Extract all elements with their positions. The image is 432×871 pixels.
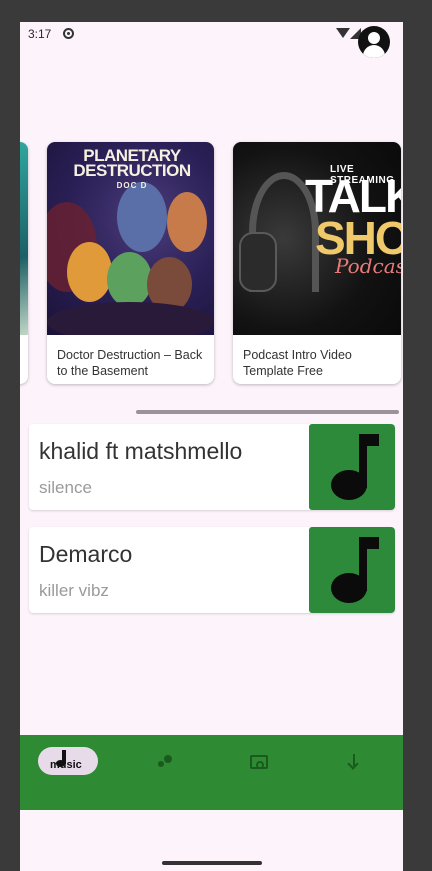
carousel-scroll-indicator[interactable] — [136, 410, 399, 414]
track-item[interactable]: khalid ft matshmello silence — [29, 424, 395, 510]
track-title: khalid ft matshmello — [39, 438, 243, 464]
nav-tab-downloads[interactable] — [346, 747, 362, 777]
cover-title-text: Planetary Destruction — [73, 146, 191, 180]
music-note-head — [331, 573, 367, 603]
cover-art-shape — [67, 242, 112, 302]
track-artist: silence — [39, 478, 92, 497]
cover-show-text: SHOW — [315, 212, 401, 264]
cover-art-shape — [47, 302, 214, 335]
track-title: Demarco — [39, 541, 133, 567]
track-item[interactable]: Demarco killer vibz — [29, 527, 395, 613]
nav-tab-label: music — [50, 759, 82, 771]
cover-art-shape — [107, 252, 152, 307]
music-note-flag — [359, 537, 379, 549]
app-screen: 3:17 Planetary Destruction DOC D — [20, 22, 403, 871]
status-bar: 3:17 — [20, 22, 403, 46]
account-icon-body — [363, 45, 385, 58]
cover-podcast-text: Podcast — [335, 254, 401, 278]
bottom-navigation: music — [20, 735, 403, 810]
download-arrowhead — [347, 758, 359, 770]
home-indicator[interactable] — [162, 861, 262, 865]
dots-icon-small — [158, 761, 164, 767]
card-cover-image — [20, 142, 28, 335]
card-title: Doctor Destruction – Back to the Basemen… — [57, 348, 203, 377]
featured-carousel[interactable]: Planetary Destruction DOC D Doctor Destr… — [20, 142, 403, 387]
account-icon — [368, 32, 380, 44]
cover-talk-text: TALK — [305, 170, 401, 222]
carousel-card[interactable]: LIVE STREAMING TALK SHOW Podcast Podcast… — [233, 142, 401, 384]
cover-art-shape — [167, 192, 207, 252]
carousel-card[interactable]: Planetary Destruction DOC D Doctor Destr… — [47, 142, 214, 384]
music-note-flag — [359, 434, 379, 446]
card-cover-image: LIVE STREAMING TALK SHOW Podcast — [233, 142, 401, 335]
headphone-cup — [239, 232, 277, 292]
settings-notification-icon — [63, 28, 74, 39]
track-artwork — [309, 527, 395, 613]
status-time: 3:17 — [28, 27, 52, 41]
nav-tab-podcast[interactable] — [248, 747, 270, 777]
cover-title: Planetary Destruction DOC D — [67, 146, 197, 193]
carousel-card-partial[interactable] — [20, 142, 28, 384]
device-frame-top — [0, 0, 432, 22]
cover-subtitle-text: DOC D — [116, 181, 148, 190]
nav-tab-music[interactable]: music — [38, 747, 98, 777]
dots-icon — [164, 755, 172, 763]
card-title: Podcast Intro Video Template Free — [243, 348, 352, 377]
music-note-head — [331, 470, 367, 500]
nav-tab-explore[interactable] — [156, 747, 176, 777]
wifi-icon — [336, 28, 350, 38]
card-cover-image: Planetary Destruction DOC D — [47, 142, 214, 335]
podcast-wave — [256, 761, 264, 769]
track-artwork — [309, 424, 395, 510]
track-artist: killer vibz — [39, 581, 109, 600]
profile-avatar-button[interactable] — [358, 26, 390, 58]
